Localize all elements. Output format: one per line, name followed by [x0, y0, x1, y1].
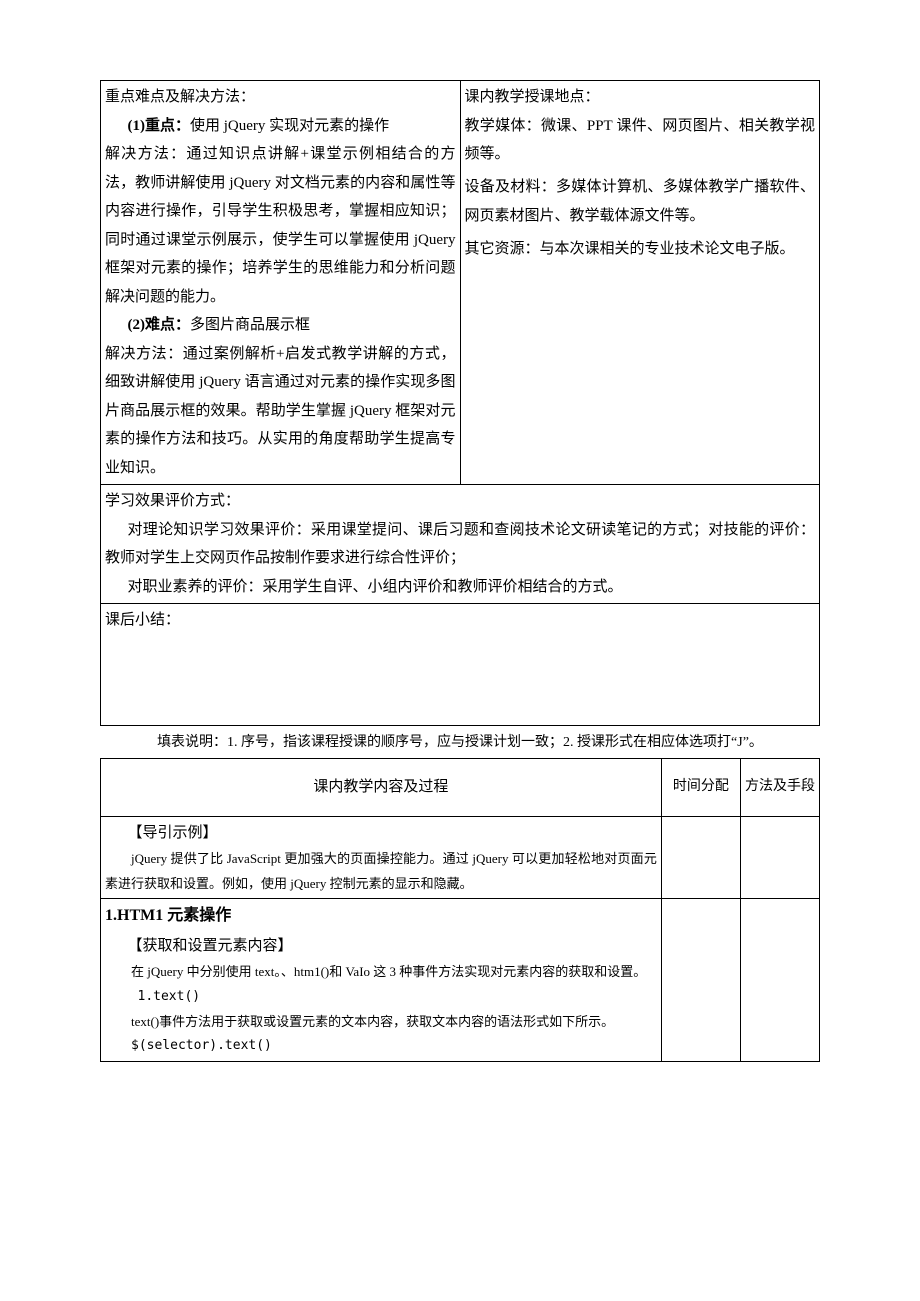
loc-label: 课内教学授课地点： [465, 89, 600, 105]
row-intro: 【导引示例】 jQuery 提供了比 JavaScript 更加强大的页面操控能… [101, 816, 662, 899]
cell-key-difficult: 重点难点及解决方法： (1)重点：使用 jQuery 实现对元素的操作 解决方法… [101, 81, 461, 485]
kd-p1-body: 解决方法：通过知识点讲解+课堂示例相结合的方法，教师讲解使用 jQuery 对文… [105, 140, 456, 311]
row-html-time [661, 899, 740, 1062]
intro-text: jQuery 提供了比 JavaScript 更加强大的页面操控能力。通过 jQ… [105, 847, 657, 896]
other-label: 其它资源： [465, 241, 540, 257]
kd-p2-label: (2)难点： [128, 317, 191, 333]
cell-evaluation: 学习效果评价方式： 对理论知识学习效果评价：采用课堂提问、课后习题和查阅技术论文… [101, 485, 820, 604]
equip-line: 设备及材料：多媒体计算机、多媒体教学广播软件、网页素材图片、教学载体源文件等。 [465, 179, 815, 224]
row-intro-method [740, 816, 819, 899]
cell-resources: 课内教学授课地点： 教学媒体：微课、PPT 课件、网页图片、相关教学视频等。 设… [460, 81, 820, 485]
media-label: 教学媒体： [465, 118, 541, 134]
other-line: 其它资源：与本次课相关的专业技术论文电子版。 [465, 241, 795, 257]
th-content: 课内教学内容及过程 [101, 759, 662, 817]
kd-p2-text: 多图片商品展示框 [190, 317, 310, 333]
kd-p1-label: (1)重点： [128, 118, 191, 134]
media-line: 教学媒体：微课、PPT 课件、网页图片、相关教学视频等。 [465, 118, 816, 163]
eval-line2: 对职业素养的评价：采用学生自评、小组内评价和教师评价相结合的方式。 [105, 573, 815, 602]
equip-label: 设备及材料： [465, 179, 557, 195]
th-method: 方法及手段 [740, 759, 819, 817]
kd-p1: (1)重点：使用 jQuery 实现对元素的操作 [105, 112, 456, 141]
other-text: 与本次课相关的专业技术论文电子版。 [540, 241, 795, 257]
sec1-code2: $(selector).text() [105, 1034, 657, 1059]
row-intro-time [661, 816, 740, 899]
kd-p1-text: 使用 jQuery 实现对元素的操作 [190, 118, 389, 134]
sec1-code1: 1.text() [105, 985, 657, 1010]
cell-summary: 课后小结： [101, 604, 820, 726]
info-table: 重点难点及解决方法： (1)重点：使用 jQuery 实现对元素的操作 解决方法… [100, 80, 820, 726]
intro-heading: 【导引示例】 [105, 819, 657, 848]
summary-heading: 课后小结： [105, 612, 180, 628]
kd-p2-body: 解决方法：通过案例解析+启发式教学讲解的方式，细致讲解使用 jQuery 语言通… [105, 340, 456, 483]
kd-heading: 重点难点及解决方法： [105, 89, 255, 105]
eval-heading: 学习效果评价方式： [105, 493, 240, 509]
content-table: 课内教学内容及过程 时间分配 方法及手段 【导引示例】 jQuery 提供了比 … [100, 758, 820, 1062]
row-html-method [740, 899, 819, 1062]
eval-line1: 对理论知识学习效果评价：采用课堂提问、课后习题和查阅技术论文研读笔记的方式；对技… [105, 516, 815, 573]
sec1-title: 1.HTM1 元素操作 [105, 907, 231, 924]
sec1-sub: 【获取和设置元素内容】 [105, 932, 657, 961]
row-html-ops: 1.HTM1 元素操作 【获取和设置元素内容】 在 jQuery 中分别使用 t… [101, 899, 662, 1062]
sec1-p1: 在 jQuery 中分别使用 text。、htm1()和 VaIo 这 3 种事… [105, 960, 657, 985]
fill-note: 填表说明：1. 序号，指该课程授课的顺序号，应与授课计划一致；2. 授课形式在相… [100, 730, 820, 757]
th-time: 时间分配 [661, 759, 740, 817]
sec1-p2: text()事件方法用于获取或设置元素的文本内容，获取文本内容的语法形式如下所示… [105, 1010, 657, 1035]
kd-p2: (2)难点：多图片商品展示框 [105, 311, 456, 340]
